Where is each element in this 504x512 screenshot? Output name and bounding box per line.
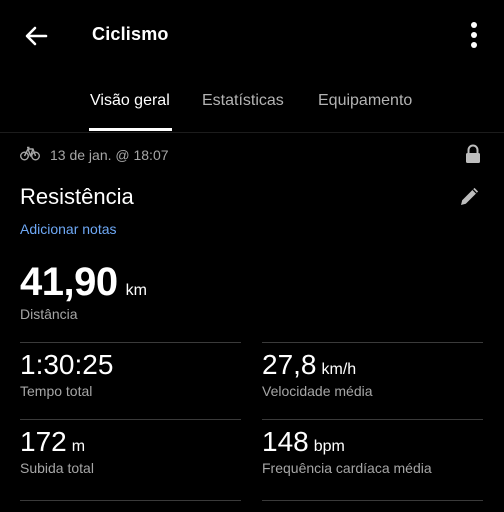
stat-label: Subida total [20,460,94,476]
stat-divider [20,419,241,420]
distance-value: 41,90 km [20,260,147,305]
stat-label: Frequência cardíaca média [262,460,432,476]
distance-unit: km [125,282,147,299]
stat-divider [262,342,483,343]
tab-estatisticas[interactable]: Estatísticas [202,92,284,110]
stat-average-speed: 27,8 km/h [262,349,356,381]
stat-divider [20,342,241,343]
stat-unit: m [71,438,86,455]
stat-total-time: 1:30:25 [20,349,113,381]
stat-total-ascent: 172 m [20,426,85,458]
tab-bar: Visão geral Estatísticas Equipamento [0,84,504,132]
top-app-bar: Ciclismo [0,0,504,72]
add-notes-link[interactable]: Adicionar notas [20,221,117,237]
tab-visao-geral[interactable]: Visão geral [90,92,170,110]
stat-divider [20,500,241,501]
back-arrow-icon[interactable] [22,22,50,50]
active-tab-indicator [89,128,172,131]
stat-value: 1:30:25 [20,349,114,380]
stat-unit: bpm [313,438,345,455]
activity-datetime: 13 de jan. @ 18:07 [50,147,169,163]
page-title: Ciclismo [92,24,169,44]
stat-divider [262,419,483,420]
stat-label: Tempo total [20,383,93,399]
tab-equipamento[interactable]: Equipamento [318,92,412,110]
tabs-divider [0,132,504,133]
distance-number: 41,90 [20,260,118,304]
stat-average-heart-rate: 148 bpm [262,426,345,458]
more-options-icon[interactable] [462,20,486,50]
stat-value: 27,8 [262,349,317,380]
stat-divider [262,500,483,501]
stat-label: Velocidade média [262,383,373,399]
pencil-icon[interactable] [458,184,482,208]
bicycle-icon [20,145,40,166]
activity-name: Resistência [20,184,134,209]
stat-value: 172 [20,426,67,457]
distance-label: Distância [20,306,78,322]
stat-unit: km/h [321,361,357,378]
stat-value: 148 [262,426,309,457]
activity-meta: 13 de jan. @ 18:07 [20,144,169,166]
lock-icon[interactable] [464,144,482,164]
